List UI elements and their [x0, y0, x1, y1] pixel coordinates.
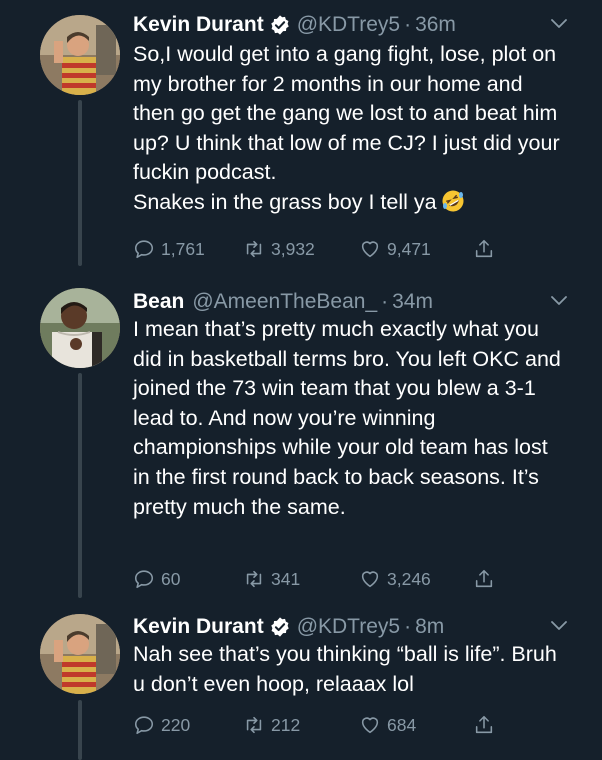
author-name[interactable]: Kevin Durant	[133, 615, 264, 639]
author-handle[interactable]: @KDTrey5	[297, 13, 400, 37]
timestamp[interactable]: 34m	[392, 290, 433, 314]
like-button[interactable]: 684	[359, 710, 416, 740]
reply-button[interactable]: 60	[133, 564, 180, 594]
chevron-down-icon[interactable]	[551, 296, 567, 306]
avatar[interactable]	[40, 15, 120, 95]
tweet-actions: 60 341 3,246	[133, 564, 513, 594]
reply-count: 1,761	[161, 238, 205, 259]
tweet-text: Nah see that’s you thinking “ball is lif…	[133, 642, 557, 696]
like-button[interactable]: 9,471	[359, 234, 431, 264]
chevron-down-icon[interactable]	[551, 621, 567, 631]
author-handle[interactable]: @KDTrey5	[297, 615, 400, 639]
retweet-icon	[246, 570, 262, 588]
tweet-actions: 1,761 3,932 9,471	[133, 234, 513, 264]
thread-line	[78, 700, 82, 760]
reply-icon	[134, 240, 154, 259]
like-count: 9,471	[387, 238, 431, 259]
timestamp[interactable]: 8m	[415, 615, 444, 639]
verified-badge-icon	[270, 15, 289, 35]
retweet-count: 341	[271, 568, 301, 589]
separator-dot: ·	[404, 615, 412, 638]
retweet-icon	[246, 240, 262, 258]
reply-icon	[134, 570, 154, 589]
separator-dot: ·	[381, 290, 389, 313]
heart-icon	[361, 241, 379, 258]
avatar[interactable]	[40, 614, 120, 694]
tweet-actions: 220 212 684	[133, 710, 513, 740]
share-icon	[475, 569, 493, 588]
reply-count: 220	[161, 714, 191, 735]
like-button[interactable]: 3,246	[359, 564, 431, 594]
share-icon	[475, 239, 493, 258]
like-count: 684	[387, 714, 417, 735]
share-button[interactable]	[473, 234, 501, 264]
tweet-header: Kevin Durant @KDTrey5 · 36m	[133, 8, 456, 42]
retweet-button[interactable]: 3,932	[243, 234, 315, 264]
separator-dot: ·	[404, 13, 412, 36]
retweet-count: 212	[271, 714, 301, 735]
tweet-text: I mean that’s pretty much exactly what y…	[133, 317, 561, 519]
chevron-down-icon[interactable]	[551, 19, 567, 29]
heart-icon	[361, 571, 379, 588]
retweet-button[interactable]: 341	[243, 564, 300, 594]
heart-icon	[361, 717, 379, 734]
retweet-icon	[246, 716, 262, 734]
reply-button[interactable]: 1,761	[133, 234, 205, 264]
share-button[interactable]	[473, 710, 501, 740]
rolling-on-floor-laughing-emoji-icon	[442, 190, 464, 212]
tweet-header: Kevin Durant @KDTrey5 · 8m	[133, 610, 444, 644]
verified-badge-icon	[270, 617, 289, 637]
avatar[interactable]	[40, 288, 120, 368]
conversation-thread: Kevin Durant @KDTrey5 · 36m So,I would g…	[0, 0, 602, 760]
like-count: 3,246	[387, 568, 431, 589]
thread-line	[78, 100, 82, 266]
tweet-text-content: So,I would get into a gang fight, lose, …	[133, 42, 560, 214]
reply-button[interactable]: 220	[133, 710, 190, 740]
author-handle[interactable]: @AmeenTheBean_	[192, 290, 377, 314]
author-name[interactable]: Bean	[133, 290, 184, 314]
share-button[interactable]	[473, 564, 501, 594]
thread-line	[78, 373, 82, 598]
reply-icon	[134, 716, 154, 735]
tweet-text: So,I would get into a gang fight, lose, …	[133, 40, 563, 218]
retweet-button[interactable]: 212	[243, 710, 300, 740]
tweet-header: Bean @AmeenTheBean_ · 34m	[133, 285, 433, 319]
share-icon	[475, 715, 493, 734]
retweet-count: 3,932	[271, 238, 315, 259]
author-name[interactable]: Kevin Durant	[133, 13, 264, 37]
reply-count: 60	[161, 568, 181, 589]
timestamp[interactable]: 36m	[415, 13, 456, 37]
